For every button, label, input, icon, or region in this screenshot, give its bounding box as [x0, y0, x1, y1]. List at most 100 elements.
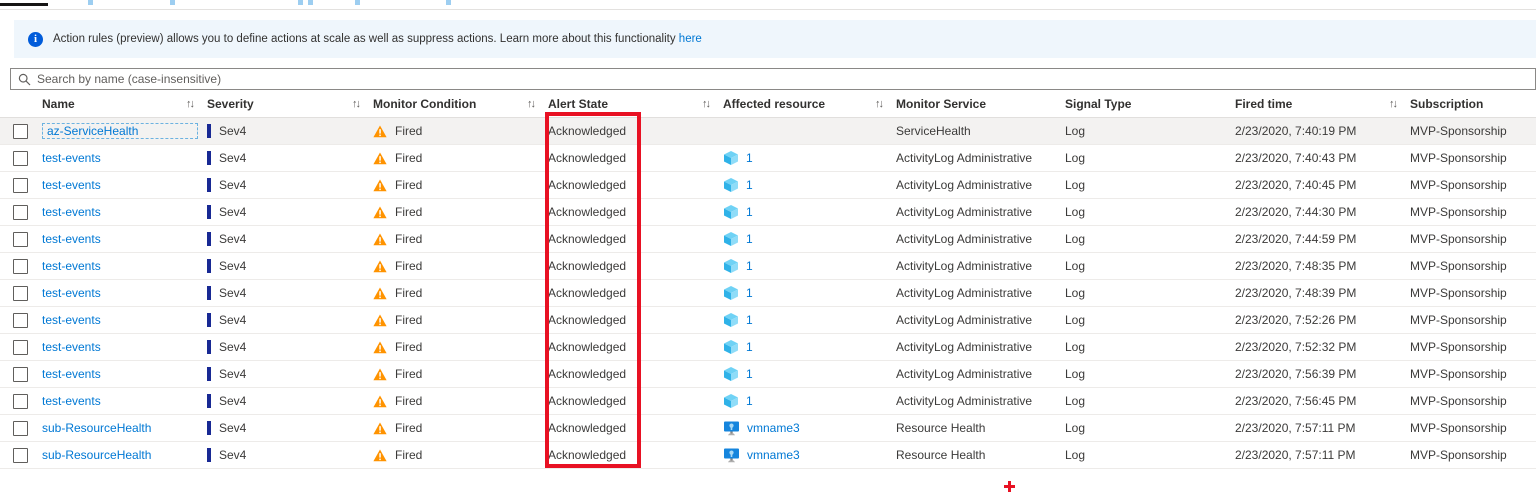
table-row[interactable]: test-events Sev4 Fired Acknowledged 1 Ac…: [0, 199, 1536, 226]
alert-name-link[interactable]: test-events: [42, 259, 101, 273]
monitor-condition-cell: Fired: [373, 178, 548, 192]
affected-resource-link[interactable]: 1: [746, 394, 753, 408]
row-checkbox[interactable]: [13, 258, 28, 274]
resource-cube-icon: [723, 339, 739, 355]
affected-resource-link[interactable]: 1: [746, 151, 753, 165]
signal-type-label: Log: [1065, 232, 1086, 246]
table-row[interactable]: test-events Sev4 Fired Acknowledged 1 Ac…: [0, 361, 1536, 388]
affected-resource-cell: vmname3: [723, 420, 896, 436]
row-checkbox[interactable]: [13, 177, 28, 193]
severity-bar-icon: [207, 232, 211, 246]
fired-time-cell: 2/23/2020, 7:52:26 PM: [1235, 313, 1410, 327]
severity-cell: Sev4: [207, 205, 373, 219]
alert-name-link[interactable]: test-events: [42, 178, 101, 192]
alert-name-link[interactable]: sub-ResourceHealth: [42, 448, 151, 462]
column-header-monitor-service[interactable]: Monitor Service: [896, 97, 1065, 111]
alert-state-cell: Acknowledged: [548, 232, 723, 246]
signal-type-cell: Log: [1065, 151, 1235, 165]
fired-time-cell: 2/23/2020, 7:44:30 PM: [1235, 205, 1410, 219]
column-header-alert-state[interactable]: Alert State ↑↓: [548, 97, 723, 111]
row-checkbox[interactable]: [13, 204, 28, 220]
alert-name-link[interactable]: sub-ResourceHealth: [42, 421, 151, 435]
table-row[interactable]: sub-ResourceHealth Sev4 Fired Acknowledg…: [0, 442, 1536, 469]
sort-icon[interactable]: ↑↓: [702, 98, 711, 110]
fired-time-cell: 2/23/2020, 7:56:39 PM: [1235, 367, 1410, 381]
warning-triangle-icon: [373, 287, 387, 300]
table-row[interactable]: test-events Sev4 Fired Acknowledged 1 Ac…: [0, 172, 1536, 199]
alert-name-link[interactable]: test-events: [42, 394, 101, 408]
signal-type-label: Log: [1065, 421, 1086, 435]
alert-state-cell: Acknowledged: [548, 313, 723, 327]
row-checkbox[interactable]: [13, 150, 28, 166]
clipped-toolbar-icon: [308, 0, 313, 5]
table-row[interactable]: sub-ResourceHealth Sev4 Fired Acknowledg…: [0, 415, 1536, 442]
affected-resource-link[interactable]: 1: [746, 205, 753, 219]
subscription-cell: MVP-Sponsorship: [1410, 205, 1536, 219]
alert-name-link[interactable]: test-events: [42, 286, 101, 300]
column-header-severity[interactable]: Severity ↑↓: [207, 97, 373, 111]
table-row[interactable]: test-events Sev4 Fired Acknowledged 1 Ac…: [0, 334, 1536, 361]
alert-name-link[interactable]: az-ServiceHealth: [42, 123, 198, 139]
fired-time-label: 2/23/2020, 7:52:32 PM: [1235, 340, 1357, 354]
affected-resource-cell: 1: [723, 312, 896, 328]
resource-cube-icon: [723, 285, 739, 301]
banner-here-link[interactable]: here: [679, 33, 702, 45]
row-checkbox[interactable]: [13, 339, 28, 355]
column-header-name[interactable]: Name ↑↓: [42, 97, 207, 111]
sort-icon[interactable]: ↑↓: [875, 98, 884, 110]
affected-resource-link[interactable]: vmname3: [747, 448, 800, 462]
table-row[interactable]: az-ServiceHealth Sev4 Fired Acknowledged: [0, 118, 1536, 145]
sort-icon[interactable]: ↑↓: [527, 98, 536, 110]
row-checkbox[interactable]: [13, 420, 28, 436]
signal-type-cell: Log: [1065, 313, 1235, 327]
affected-resource-link[interactable]: 1: [746, 367, 753, 381]
table-row[interactable]: test-events Sev4 Fired Acknowledged 1 Ac…: [0, 226, 1536, 253]
alert-name-link[interactable]: test-events: [42, 205, 101, 219]
row-checkbox[interactable]: [13, 312, 28, 328]
alert-name-link[interactable]: test-events: [42, 313, 101, 327]
affected-resource-link[interactable]: 1: [746, 178, 753, 192]
affected-resource-link[interactable]: 1: [746, 286, 753, 300]
column-header-subscription[interactable]: Subscription: [1410, 97, 1536, 111]
table-row[interactable]: test-events Sev4 Fired Acknowledged 1 Ac…: [0, 280, 1536, 307]
sort-icon[interactable]: ↑↓: [186, 98, 195, 110]
column-header-monitor-condition[interactable]: Monitor Condition ↑↓: [373, 97, 548, 111]
row-checkbox[interactable]: [13, 231, 28, 247]
row-checkbox[interactable]: [13, 123, 28, 139]
signal-type-label: Log: [1065, 259, 1086, 273]
search-box[interactable]: [10, 68, 1536, 90]
monitor-service-label: ActivityLog Administrative: [896, 232, 1033, 246]
sort-icon[interactable]: ↑↓: [1389, 98, 1398, 110]
sort-icon[interactable]: ↑↓: [352, 98, 361, 110]
row-checkbox[interactable]: [13, 285, 28, 301]
row-checkbox[interactable]: [13, 393, 28, 409]
column-header-affected-resource[interactable]: Affected resource ↑↓: [723, 97, 896, 111]
severity-cell: Sev4: [207, 340, 373, 354]
alert-state-cell: Acknowledged: [548, 259, 723, 273]
alert-name-link[interactable]: test-events: [42, 151, 101, 165]
severity-bar-icon: [207, 394, 211, 408]
affected-resource-link[interactable]: 1: [746, 313, 753, 327]
row-checkbox[interactable]: [13, 447, 28, 463]
alert-name-link[interactable]: test-events: [42, 232, 101, 246]
table-row[interactable]: test-events Sev4 Fired Acknowledged 1 Ac…: [0, 388, 1536, 415]
column-header-signal-type[interactable]: Signal Type: [1065, 97, 1235, 111]
clipped-toolbar-icon: [170, 0, 175, 5]
table-row[interactable]: test-events Sev4 Fired Acknowledged 1 Ac…: [0, 145, 1536, 172]
monitor-condition-label: Fired: [395, 340, 423, 354]
column-header-fired-time[interactable]: Fired time ↑↓: [1235, 97, 1410, 111]
affected-resource-link[interactable]: vmname3: [747, 421, 800, 435]
alert-state-cell: Acknowledged: [548, 367, 723, 381]
affected-resource-link[interactable]: 1: [746, 232, 753, 246]
affected-resource-cell: 1: [723, 393, 896, 409]
affected-resource-link[interactable]: 1: [746, 259, 753, 273]
table-row[interactable]: test-events Sev4 Fired Acknowledged 1 Ac…: [0, 253, 1536, 280]
fired-time-cell: 2/23/2020, 7:40:43 PM: [1235, 151, 1410, 165]
row-checkbox[interactable]: [13, 366, 28, 382]
alert-name-link[interactable]: test-events: [42, 367, 101, 381]
search-input[interactable]: [37, 72, 1535, 86]
affected-resource-link[interactable]: 1: [746, 340, 753, 354]
alert-name-link[interactable]: test-events: [42, 340, 101, 354]
alert-state-label: Acknowledged: [548, 394, 627, 408]
table-row[interactable]: test-events Sev4 Fired Acknowledged 1 Ac…: [0, 307, 1536, 334]
